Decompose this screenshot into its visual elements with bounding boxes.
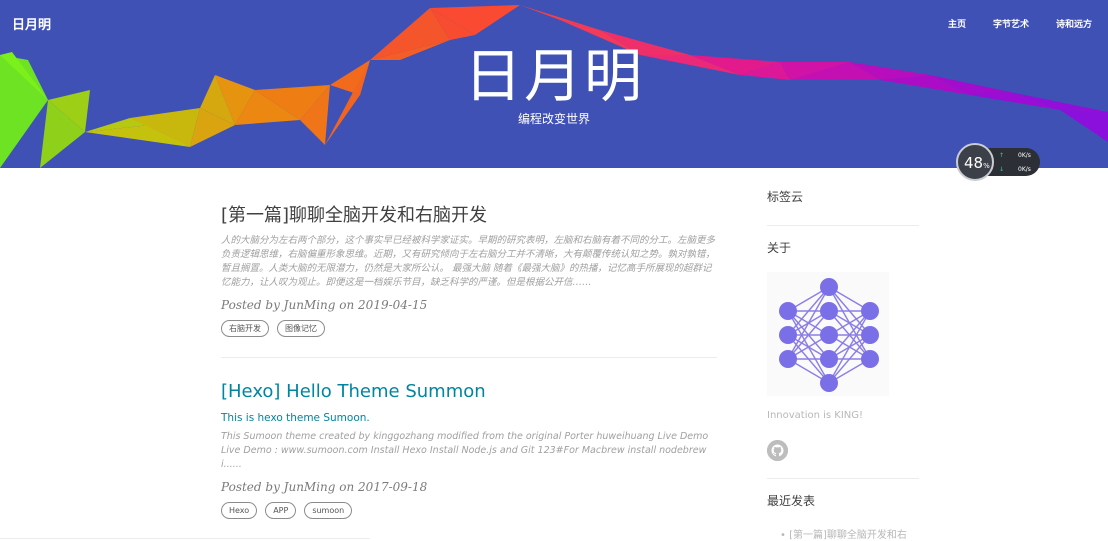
nav-poetry[interactable]: 诗和远方	[1056, 17, 1092, 30]
post-title[interactable]: [第一篇]聊聊全脑开发和右脑开发	[221, 204, 717, 228]
post-subtitle: This is hexo theme Sumoon.	[221, 412, 370, 424]
post-divider	[221, 357, 717, 358]
recent-posts-list: [第一篇]聊聊全脑开发和右	[780, 526, 907, 541]
recent-posts-heading: 最近发表	[767, 494, 816, 508]
sidebar-motto: Innovation is KING!	[767, 410, 864, 421]
download-arrow-icon: ↓	[999, 166, 1005, 173]
post-preview: [第一篇]聊聊全脑开发和右脑开发 人的大脑分为左右两个部分，这个事实早已经被科学…	[221, 204, 717, 337]
nav-byte-art[interactable]: 字节艺术	[993, 17, 1029, 30]
github-icon[interactable]	[767, 440, 788, 461]
bottom-divider	[0, 538, 370, 539]
gauge-percent: 48	[964, 154, 984, 172]
post-meta: Posted by JunMing on 2019-04-15	[221, 298, 428, 312]
about-heading: 关于	[767, 241, 792, 255]
download-speed: 0K/s	[1018, 166, 1031, 173]
post-excerpt: This Sumoon theme created by kinggozhang…	[221, 431, 709, 470]
post-meta: Posted by JunMing on 2017-09-18	[221, 480, 428, 494]
tag-chip[interactable]: Hexo	[221, 502, 258, 519]
avatar	[767, 272, 889, 396]
main-nav: 主页 字节艺术 诗和远方	[948, 17, 1092, 30]
tag-cloud-heading: 标签云	[767, 190, 804, 204]
site-title: 日月明	[463, 42, 644, 110]
post-preview: [Hexo] Hello Theme Summon This is hexo t…	[221, 380, 717, 519]
nav-home[interactable]: 主页	[948, 17, 966, 30]
sidebar-divider	[767, 225, 919, 226]
tag-chip[interactable]: sumoon	[304, 502, 353, 519]
net-speed-widget[interactable]: 48% ↑ 0K/s ↓ 0K/s	[956, 143, 1040, 181]
tag-chip[interactable]: 右脑开发	[221, 320, 269, 337]
upload-speed: 0K/s	[1018, 152, 1031, 159]
recent-post-link[interactable]: [第一篇]聊聊全脑开发和右	[780, 526, 907, 541]
upload-arrow-icon: ↑	[999, 152, 1005, 159]
tag-chip[interactable]: APP	[265, 502, 297, 519]
post-title[interactable]: [Hexo] Hello Theme Summon	[221, 380, 717, 404]
post-excerpt: 人的大脑分为左右两个部分，这个事实早已经被科学家证实。早期的研究表明，左脑和右脑…	[221, 235, 716, 288]
post-tags: 右脑开发 图像记忆	[221, 320, 717, 337]
neural-network-icon	[779, 278, 879, 392]
post-tags: Hexo APP sumoon	[221, 502, 717, 519]
site-brand[interactable]: 日月明	[12, 14, 51, 33]
gauge-percent-unit: %	[983, 162, 990, 170]
site-subtitle: 编程改变世界	[517, 112, 590, 126]
tag-chip[interactable]: 图像记忆	[277, 320, 325, 337]
sidebar-divider	[767, 478, 919, 479]
github-glyph	[767, 440, 788, 461]
memory-gauge: 48%	[956, 143, 994, 181]
site-header: 日月明 主页 字节艺术 诗和远方 日月明 编程改变世界	[0, 0, 1108, 168]
